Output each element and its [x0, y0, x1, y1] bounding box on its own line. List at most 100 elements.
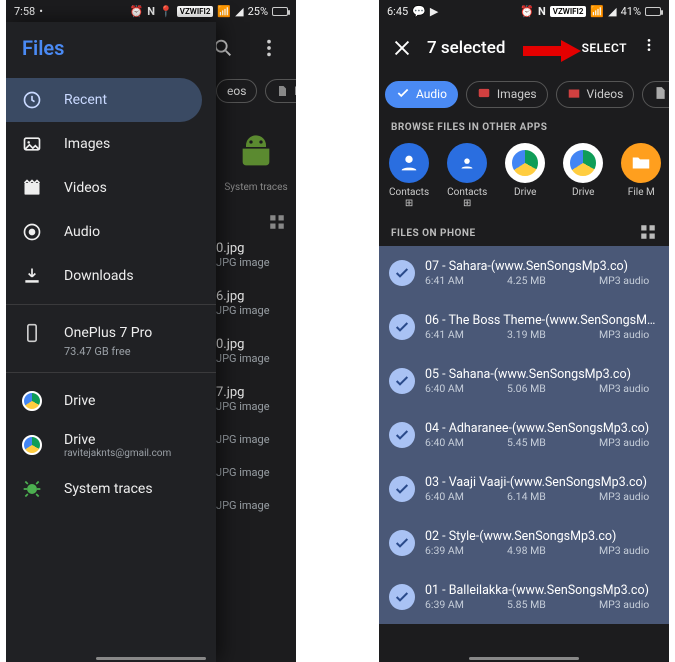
nav-drawer[interactable]: Files RecentImagesVideosAudioDownloads O… [6, 22, 216, 662]
nfc-icon: N [538, 5, 546, 18]
wifi-icon: 📶 [590, 5, 604, 18]
file-size: 5.85 MB [507, 598, 563, 611]
selection-toolbar: 7 selected SELECT [379, 22, 669, 74]
bg-file-item[interactable]: JPG image [216, 427, 286, 460]
file-name: 05 - Sahana-(www.SenSongsMp3.co) [425, 367, 659, 382]
bg-file-item[interactable]: 0.jpgJPG image [216, 331, 286, 379]
grid-view-icon[interactable] [639, 223, 657, 244]
account-label: Drive [64, 432, 171, 448]
sidebar-item-audio[interactable]: Audio [6, 210, 216, 254]
file-row[interactable]: 07 - Sahara-(www.SenSongsMp3.co)6:41 AM4… [379, 246, 669, 300]
checkmark-icon[interactable] [389, 530, 415, 556]
app-label: File M [621, 187, 661, 198]
sidebar-item-images[interactable]: Images [6, 122, 216, 166]
sidebar-item-videos[interactable]: Videos [6, 166, 216, 210]
file-list[interactable]: 07 - Sahara-(www.SenSongsMp3.co)6:41 AM4… [379, 246, 669, 624]
sidebar-item-downloads[interactable]: Downloads [6, 254, 216, 298]
filter-chip-videos[interactable]: Videos [556, 81, 635, 108]
chip-label: Videos [587, 87, 624, 101]
filter-chip[interactable]: eos [216, 79, 257, 103]
more-icon[interactable] [641, 37, 657, 59]
file-row[interactable]: 01 - Balleilakka-(www.SenSongsMp3.co)6:3… [379, 570, 669, 624]
app-contacts[interactable]: Contacts⊞ [447, 143, 487, 209]
file-row[interactable]: 02 - Style-(www.SenSongsMp3.co)6:39 AM 4.… [379, 516, 669, 570]
bg-file-item[interactable]: 7.jpgJPG image [216, 379, 286, 427]
account-item[interactable]: Drive [6, 379, 216, 423]
gesture-bar [469, 657, 579, 660]
file-time: 6:40 AM [425, 490, 471, 503]
sidebar-item-recent[interactable]: Recent [6, 78, 202, 122]
bg-file-item[interactable]: JPG image [216, 493, 286, 526]
more-icon[interactable] [258, 37, 280, 59]
file-size: 4.98 MB [507, 544, 563, 557]
file-size: 5.06 MB [507, 382, 563, 395]
filter-chip-docume[interactable]: Docume [642, 81, 669, 108]
battery-icon [272, 7, 288, 16]
sidebar-item-label: Recent [64, 92, 107, 108]
app-icon [621, 143, 661, 183]
bug-icon [22, 479, 42, 499]
app-contacts[interactable]: Contacts⊞ [389, 143, 429, 209]
app-icon [389, 143, 429, 183]
checkmark-icon[interactable] [389, 314, 415, 340]
close-icon[interactable] [391, 37, 413, 59]
file-row[interactable]: 05 - Sahana-(www.SenSongsMp3.co)6:40 AM 5… [379, 354, 669, 408]
signal-icon: ◢ [235, 5, 243, 18]
other-apps-row: Contacts⊞Contacts⊞DriveDriveFile M [379, 139, 669, 217]
grid-view-icon[interactable] [268, 213, 286, 235]
drive-icon [22, 435, 42, 455]
youtube-icon: ▶ [430, 5, 438, 18]
file-row[interactable]: 04 - Adharanee-(www.SenSongsMp3.co)6:40 … [379, 408, 669, 462]
app-drive[interactable]: Drive [563, 143, 603, 209]
image-icon [477, 86, 491, 103]
file-name: 07 - Sahara-(www.SenSongsMp3.co) [425, 259, 659, 274]
app-drive[interactable]: Drive [505, 143, 545, 209]
bg-file-item[interactable]: 0.jpgJPG image [216, 235, 286, 283]
app-label: Contacts [389, 187, 429, 198]
bg-file-item[interactable]: JPG image [216, 460, 286, 493]
file-size: 6.14 MB [507, 490, 563, 503]
storage-free: 73.47 GB free [64, 345, 216, 358]
download-icon [22, 266, 42, 286]
app-sub: ⊞ [389, 198, 429, 209]
clock-icon [22, 90, 42, 110]
file-name: 01 - Balleilakka-(www.SenSongsMp3.co) [425, 583, 659, 598]
checkmark-icon[interactable] [389, 368, 415, 394]
checkmark-icon[interactable] [389, 422, 415, 448]
chip-label: Images [497, 87, 537, 101]
notification-dot-icon: • [39, 5, 43, 18]
account-item[interactable]: Driveravitejaknts@gmail.com [6, 423, 216, 467]
file-time: 6:40 AM [425, 382, 471, 395]
file-size: 4.25 MB [507, 274, 563, 287]
section-other-apps: BROWSE FILES IN OTHER APPS [379, 114, 669, 139]
audio-icon [22, 222, 42, 242]
status-bar: 6:45 💬 ▶ ⏰ N VZWIFI2 📶 ◢ 41% [379, 0, 669, 22]
checkmark-icon[interactable] [389, 584, 415, 610]
app-label: Contacts [447, 187, 487, 198]
app-filem[interactable]: File M [621, 143, 661, 209]
sidebar-item-label: Audio [64, 224, 100, 240]
wifi-badge: VZWIFI2 [177, 6, 214, 17]
divider [6, 372, 216, 373]
divider [6, 304, 216, 305]
filter-chip-images[interactable]: Images [466, 81, 548, 108]
filter-chip[interactable]: Docume [265, 79, 296, 103]
clock-text: 6:45 [387, 5, 408, 18]
file-time: 6:39 AM [425, 544, 471, 557]
file-name: 02 - Style-(www.SenSongsMp3.co) [425, 529, 659, 544]
file-name: 03 - Vaaji Vaaji-(www.SenSongsMp3.co) [425, 475, 659, 490]
movie-icon [567, 86, 581, 103]
checkmark-icon[interactable] [389, 260, 415, 286]
select-button[interactable]: SELECT [582, 41, 627, 55]
phone-right: 6:45 💬 ▶ ⏰ N VZWIFI2 📶 ◢ 41% 7 selected … [379, 0, 669, 662]
filter-chip-audio[interactable]: Audio [385, 81, 458, 108]
file-type: MP3 audio [599, 490, 649, 503]
phone-icon [22, 323, 42, 343]
file-row[interactable]: 03 - Vaaji Vaaji-(www.SenSongsMp3.co)6:4… [379, 462, 669, 516]
checkmark-icon[interactable] [389, 476, 415, 502]
app-label: Drive [563, 187, 603, 198]
file-row[interactable]: 06 - The Boss Theme-(www.SenSongsMp3....… [379, 300, 669, 354]
file-type: MP3 audio [599, 436, 649, 449]
bg-file-item[interactable]: 6.jpgJPG image [216, 283, 286, 331]
account-item[interactable]: System traces [6, 467, 216, 511]
